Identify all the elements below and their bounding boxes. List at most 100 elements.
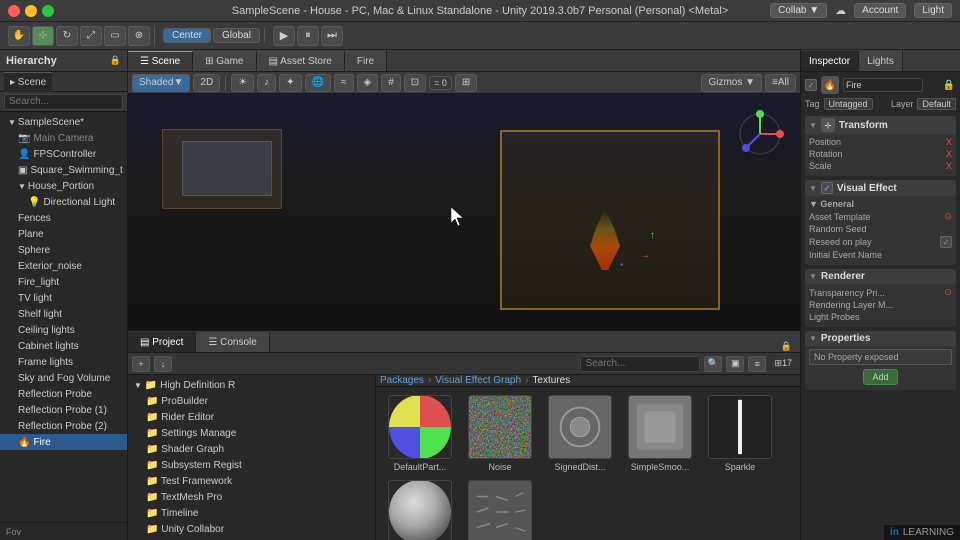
hier-item-dirlight[interactable]: 💡Directional Light: [0, 194, 127, 210]
nav-toggle[interactable]: ⊡: [404, 74, 426, 92]
visual-effect-header[interactable]: ▼ Visual Effect: [805, 180, 956, 196]
folder-subsystem[interactable]: 📁 Subsystem Regist: [128, 457, 375, 473]
hierarchy-scene-tab[interactable]: ▸ Scene: [4, 72, 52, 92]
lights-button[interactable]: Light: [914, 3, 952, 18]
tab-project[interactable]: ▤ Project: [128, 332, 196, 352]
tab-asset-store[interactable]: ▤ Asset Store: [257, 51, 345, 71]
import-button[interactable]: ↓: [154, 356, 172, 372]
list-view-button[interactable]: ≡: [748, 356, 766, 372]
hier-item-exterior[interactable]: Exterior_noise: [0, 258, 127, 274]
hand-tool[interactable]: ✋: [8, 26, 30, 46]
hier-item-cabinetlights[interactable]: Cabinet lights: [0, 338, 127, 354]
hier-item-skyfog[interactable]: Sky and Fog Volume: [0, 370, 127, 386]
hier-item-sphere[interactable]: Sphere: [0, 242, 127, 258]
transform-header[interactable]: ▼ ⊹ Transform: [805, 116, 956, 134]
gizmos-button[interactable]: Gizmos ▼: [701, 74, 762, 92]
folder-settings[interactable]: 📁 Settings Manage: [128, 425, 375, 441]
light-toggle[interactable]: ☀: [231, 74, 254, 92]
search-icon[interactable]: 🔍: [704, 356, 722, 372]
properties-header[interactable]: ▼ Properties: [805, 331, 956, 346]
breadcrumb-vfxgraph[interactable]: Visual Effect Graph: [435, 375, 521, 386]
hier-item-tvlight[interactable]: TV light: [0, 290, 127, 306]
transform-tool[interactable]: ⊕: [128, 26, 150, 46]
tab-fire[interactable]: Fire: [345, 51, 387, 71]
tag-value[interactable]: Untagged: [824, 98, 873, 110]
hierarchy-lock-icon[interactable]: 🔒: [110, 55, 121, 66]
hier-item-firelight[interactable]: Fire_light: [0, 274, 127, 290]
folder-textmesh[interactable]: 📁 TextMesh Pro: [128, 489, 375, 505]
grid-toggle[interactable]: #: [381, 74, 401, 92]
inspector-lock-button[interactable]: 🔒: [942, 78, 956, 92]
asset-simplesmo[interactable]: SimpleSmoo...: [624, 395, 696, 472]
folder-probuilder[interactable]: 📁 ProBuilder: [128, 393, 375, 409]
tab-scene[interactable]: ☰ Scene: [128, 51, 193, 71]
rotate-tool[interactable]: ↻: [56, 26, 78, 46]
move-tool[interactable]: ⊹: [32, 26, 54, 46]
tab-inspector[interactable]: Inspector: [801, 51, 859, 71]
hierarchy-search-input[interactable]: [4, 94, 123, 110]
flare-toggle[interactable]: ◈: [357, 74, 379, 92]
panel-lock-icon[interactable]: 🔒: [781, 341, 792, 352]
folder-shadergraph[interactable]: 📁 Shader Graph: [128, 441, 375, 457]
folder-rider[interactable]: 📁 Rider Editor: [128, 409, 375, 425]
hier-item-fences[interactable]: Fences: [0, 210, 127, 226]
hier-item-shelflight[interactable]: Shelf light: [0, 306, 127, 322]
asset-signeddist[interactable]: SignedDist...: [544, 395, 616, 472]
minimize-button[interactable]: [25, 5, 37, 17]
gameobject-name-field[interactable]: [843, 78, 923, 92]
fx-toggle[interactable]: ✦: [279, 74, 301, 92]
hier-item-fpscontroller[interactable]: 👤FPSController: [0, 146, 127, 162]
tab-lights[interactable]: Lights: [859, 51, 903, 71]
tab-console[interactable]: ☰ Console: [196, 332, 269, 352]
scene-gizmo-widget[interactable]: [730, 104, 790, 164]
hier-item-samplescene[interactable]: ▼SampleScene*: [0, 114, 127, 130]
folder-unitycollaborate[interactable]: 📁 Unity Collabor: [128, 521, 375, 537]
folder-timeline[interactable]: 📁 Timeline: [128, 505, 375, 521]
add-property-button[interactable]: Add: [863, 369, 897, 385]
account-button[interactable]: Account: [854, 3, 906, 18]
collab-button[interactable]: Collab ▼: [770, 3, 827, 18]
rotation-reset[interactable]: X: [946, 149, 952, 159]
hier-item-maincamera[interactable]: 📷Main Camera: [0, 130, 127, 146]
hier-item-plane[interactable]: Plane: [0, 226, 127, 242]
renderer-header[interactable]: ▼ Renderer: [805, 269, 956, 284]
all-button[interactable]: ≡All: [765, 74, 796, 92]
folder-highdef[interactable]: ▼📁 High Definition R: [128, 377, 375, 393]
play-button[interactable]: ▶: [273, 26, 295, 46]
hier-item-fire[interactable]: 🔥Fire: [0, 434, 127, 450]
skybox-toggle[interactable]: 🌐: [305, 74, 331, 92]
viewport[interactable]: → ↑ •: [128, 94, 800, 330]
z-axis-handle[interactable]: •: [620, 260, 624, 271]
folder-testframework[interactable]: 📁 Test Framework: [128, 473, 375, 489]
hier-item-square[interactable]: ▣Square_Swimming_t: [0, 162, 127, 178]
asset-noise[interactable]: Noise: [464, 395, 536, 472]
ve-enable-toggle[interactable]: [821, 182, 833, 194]
hier-item-reflprobe3[interactable]: Reflection Probe (2): [0, 418, 127, 434]
step-button[interactable]: ⏭: [321, 26, 343, 46]
snap-btn[interactable]: ⊞: [455, 74, 477, 92]
hier-item-house[interactable]: ▼House_Portion: [0, 178, 127, 194]
y-axis-handle[interactable]: ↑: [650, 230, 655, 241]
gameobject-active-toggle[interactable]: [805, 79, 817, 91]
center-button[interactable]: Center: [163, 28, 211, 43]
transparency-val[interactable]: ⊙: [944, 287, 952, 298]
hier-item-framelights[interactable]: Frame lights: [0, 354, 127, 370]
position-reset[interactable]: X: [946, 137, 952, 147]
asset-template-picker[interactable]: ⊙: [944, 211, 952, 222]
asset-search-input[interactable]: [580, 356, 700, 372]
asset-vectorfield[interactable]: vectorfield: [464, 480, 536, 540]
reseed-checkbox[interactable]: [940, 236, 952, 248]
hier-item-ceilinglights[interactable]: Ceiling lights: [0, 322, 127, 338]
breadcrumb-packages[interactable]: Packages: [380, 375, 424, 386]
pause-button[interactable]: ⏸: [297, 26, 319, 46]
asset-sparkle[interactable]: Sparkle: [704, 395, 776, 472]
layer-value[interactable]: Default: [917, 98, 956, 110]
rect-tool[interactable]: ▭: [104, 26, 126, 46]
fog-toggle[interactable]: ≈: [334, 74, 354, 92]
scale-reset[interactable]: X: [946, 161, 952, 171]
hier-item-reflprobe2[interactable]: Reflection Probe (1): [0, 402, 127, 418]
2d-button[interactable]: 2D: [193, 74, 220, 92]
x-axis-handle[interactable]: →: [640, 250, 650, 261]
scale-tool[interactable]: ⤢: [80, 26, 102, 46]
audio-toggle[interactable]: ♪: [257, 74, 276, 92]
